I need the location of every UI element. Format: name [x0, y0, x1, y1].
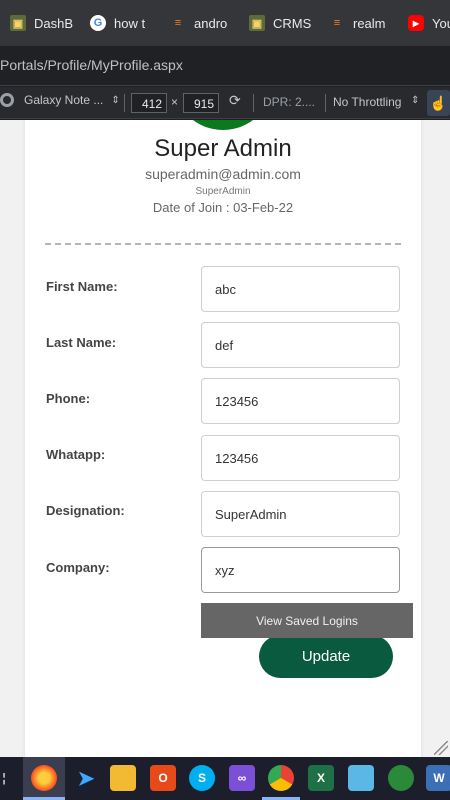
designation-label: Designation: — [46, 503, 125, 518]
divider — [45, 243, 401, 245]
tab-google[interactable]: G how t — [90, 8, 148, 38]
skype-icon[interactable]: S — [189, 765, 215, 791]
profile-name: Super Admin — [154, 135, 292, 162]
address-url[interactable]: Portals/Profile/MyProfile.aspx — [0, 57, 183, 73]
device-select[interactable]: Galaxy Note ... ⇕ — [0, 93, 120, 107]
avatar — [173, 120, 273, 130]
tab-realm[interactable]: ≡ realm — [329, 8, 389, 38]
tab-crms[interactable]: ▣ CRMS — [249, 8, 313, 38]
update-button[interactable]: Update — [259, 635, 393, 678]
view-saved-logins-popup[interactable]: View Saved Logins — [201, 603, 413, 638]
app-circle-icon[interactable] — [388, 765, 414, 791]
tab-title: DashB — [34, 15, 74, 31]
viewport-height-input[interactable]: 915 — [183, 93, 219, 113]
chrome-icon — [0, 93, 14, 107]
profile-email: superadmin@admin.com — [145, 166, 301, 182]
resize-handle-icon[interactable] — [434, 741, 448, 755]
chrome-icon[interactable] — [268, 765, 294, 791]
profile-role: SuperAdmin — [195, 186, 251, 197]
firefox-icon[interactable] — [31, 765, 57, 791]
first-name-field[interactable] — [201, 266, 400, 312]
stackoverflow-favicon-icon: ≡ — [174, 17, 182, 29]
throttling-select[interactable]: No Throttling — [333, 95, 401, 109]
touch-icon[interactable]: ☝ — [427, 90, 450, 116]
times-sign: × — [171, 95, 179, 109]
rotate-icon[interactable]: ⟳ — [229, 92, 241, 109]
address-bar[interactable]: Portals/Profile/MyProfile.aspx — [0, 46, 450, 86]
taskbar: ¦ ➤ O S ∞ X W — [0, 757, 450, 800]
tab-youtube[interactable]: ▶ You — [408, 8, 450, 38]
company-field[interactable] — [201, 547, 400, 593]
youtube-favicon-icon: ▶ — [408, 15, 424, 31]
app-bird-icon[interactable]: ➤ — [73, 765, 99, 791]
dashboard-favicon-icon: ▣ — [10, 15, 26, 31]
whatsapp-label: Whatapp: — [46, 447, 106, 462]
google-favicon-icon: G — [90, 15, 106, 31]
whatsapp-field[interactable] — [201, 435, 400, 481]
tab-dashboard[interactable]: ▣ DashB — [10, 8, 74, 38]
visual-studio-icon[interactable]: ∞ — [229, 765, 255, 791]
page-viewport: Super Admin superadmin@admin.com SuperAd… — [0, 120, 450, 757]
viewport-width-input[interactable]: 412 — [131, 93, 167, 113]
tab-title: CRMS — [273, 15, 312, 31]
device-toolbar: Galaxy Note ... ⇕ 412 × 915 ⟳ DPR: 2....… — [0, 87, 450, 119]
excel-icon[interactable]: X — [308, 765, 334, 791]
profile-card: Super Admin superadmin@admin.com SuperAd… — [25, 120, 421, 757]
first-name-label: First Name: — [46, 279, 118, 294]
tab-title: andro — [194, 15, 228, 31]
designation-field[interactable] — [201, 491, 400, 537]
office-icon[interactable]: O — [150, 765, 176, 791]
tab-title: realm — [353, 15, 386, 31]
tab-android[interactable]: ≡ andro — [170, 8, 228, 38]
stackoverflow-favicon-icon: ≡ — [333, 17, 341, 29]
tab-title: You — [432, 15, 450, 31]
browser-tab-strip: ▣ DashB G how t ≡ andro ▣ CRMS ≡ realm ▶… — [0, 0, 450, 46]
file-explorer-icon[interactable] — [110, 765, 136, 791]
phone-field[interactable] — [201, 378, 400, 424]
dashboard-favicon-icon: ▣ — [249, 15, 265, 31]
app-window-icon[interactable]: W — [426, 765, 450, 791]
phone-label: Phone: — [46, 391, 91, 406]
divider — [253, 94, 254, 112]
device-name: Galaxy Note ... — [24, 93, 104, 107]
select-arrows-icon: ⇕ — [411, 95, 420, 106]
app-cube-icon[interactable] — [348, 765, 374, 791]
taskbar-edge-icon[interactable]: ¦ — [0, 765, 8, 791]
last-name-field[interactable] — [201, 322, 400, 368]
divider — [325, 94, 326, 112]
tab-title: how t — [114, 15, 146, 31]
last-name-label: Last Name: — [46, 335, 117, 350]
select-arrows-icon: ⇕ — [111, 94, 120, 106]
company-label: Company: — [46, 560, 110, 575]
dpr-select[interactable]: DPR: 2.... — [263, 95, 315, 109]
divider — [124, 94, 125, 112]
profile-join-date: Date of Join : 03-Feb-22 — [152, 200, 294, 215]
